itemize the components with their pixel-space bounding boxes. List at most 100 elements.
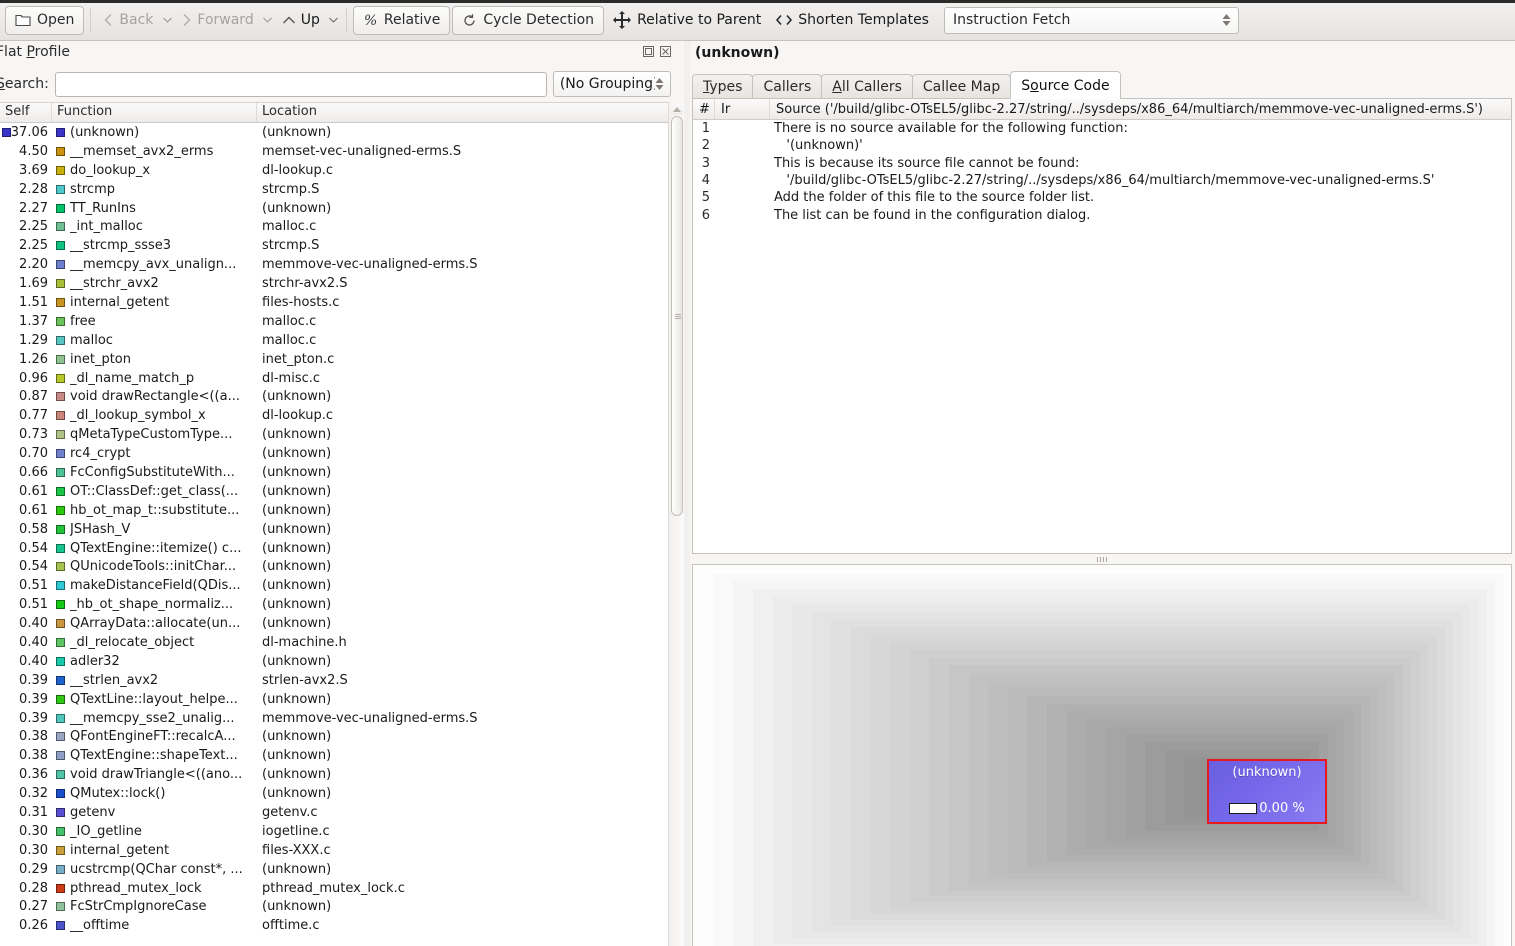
table-row[interactable]: 0.38 QTextEngine::shapeText... (unknown): [0, 746, 684, 765]
callee-map-node[interactable]: (unknown) 0.00 %: [1207, 759, 1327, 824]
table-row[interactable]: 0.51 _hb_ot_shape_normaliz... (unknown): [0, 595, 684, 614]
column-header-self[interactable]: Self: [0, 103, 52, 122]
table-row[interactable]: 0.40 _dl_relocate_object dl-machine.h: [0, 633, 684, 652]
table-row[interactable]: 37.06 (unknown) (unknown): [0, 123, 684, 142]
table-row[interactable]: 2.25 __strcmp_ssse3 strcmp.S: [0, 236, 684, 255]
table-row[interactable]: 1.37 free malloc.c: [0, 312, 684, 331]
scrollbar-thumb[interactable]: [671, 116, 683, 516]
table-row[interactable]: 0.32 QMutex::lock() (unknown): [0, 784, 684, 803]
relative-to-parent-button[interactable]: Relative to Parent: [605, 6, 768, 35]
grouping-combobox[interactable]: (No Grouping): [552, 71, 671, 97]
table-row[interactable]: 0.96 _dl_name_match_p dl-misc.c: [0, 369, 684, 388]
table-row[interactable]: 0.61 OT::ClassDef::get_class(... (unknown): [0, 482, 684, 501]
table-row[interactable]: 0.28 pthread_mutex_lock pthread_mutex_lock…: [0, 879, 684, 898]
function-name: QTextEngine::itemize() c...: [70, 540, 242, 556]
tab-callee-map[interactable]: Callee Map: [911, 74, 1012, 99]
table-row[interactable]: 1.51 internal_getent files-hosts.c: [0, 293, 684, 312]
table-row[interactable]: 0.58 JSHash_V (unknown): [0, 520, 684, 539]
undock-panel-icon[interactable]: [642, 46, 655, 59]
table-row[interactable]: 0.73 qMetaTypeCustomType... (unknown): [0, 425, 684, 444]
table-row[interactable]: 1.69 __strchr_avx2 strchr-avx2.S: [0, 274, 684, 293]
event-type-combobox[interactable]: Instruction Fetch: [943, 6, 1239, 34]
selected-row-marker-icon: [2, 127, 11, 137]
back-label: Back: [119, 12, 154, 28]
function-name: _dl_name_match_p: [70, 370, 195, 386]
forward-dropdown-button[interactable]: [261, 6, 275, 35]
table-row[interactable]: 2.25 _int_malloc malloc.c: [0, 217, 684, 236]
table-row[interactable]: 4.50 __memset_avx2_erms memset-vec-unalign…: [0, 142, 684, 161]
flat-profile-vertical-scrollbar[interactable]: [668, 102, 684, 946]
splitter-grip: [1097, 556, 1107, 562]
table-row[interactable]: 0.39 QTextLine::layout_helpe... (unknown): [0, 690, 684, 709]
cell-self-value: 1.26: [19, 351, 48, 367]
scrollbar-grip: [675, 314, 681, 319]
tab-types[interactable]: Types: [692, 74, 754, 99]
search-input[interactable]: [54, 71, 547, 97]
shorten-templates-button[interactable]: Shorten Templates: [768, 6, 936, 35]
table-row[interactable]: 0.61 hb_ot_map_t::substitute... (unknown): [0, 501, 684, 520]
function-color-swatch-icon: [56, 373, 65, 383]
table-row[interactable]: 0.51 makeDistanceField(QDis... (unknown): [0, 576, 684, 595]
function-name: FcConfigSubstituteWith...: [70, 464, 235, 480]
source-column-number[interactable]: #: [693, 99, 715, 119]
table-row[interactable]: 0.66 FcConfigSubstituteWith... (unknown): [0, 463, 684, 482]
function-name: __memset_avx2_erms: [70, 143, 214, 159]
detail-horizontal-splitter[interactable]: [692, 556, 1512, 562]
tab-all-callers[interactable]: All Callers: [821, 74, 913, 99]
table-row[interactable]: 0.39 __strlen_avx2 strlen-avx2.S: [0, 671, 684, 690]
table-row[interactable]: 0.77 _dl_lookup_symbol_x dl-lookup.c: [0, 406, 684, 425]
table-row[interactable]: 0.54 QUnicodeTools::initChar... (unknown): [0, 557, 684, 576]
source-line[interactable]: 6 The list can be found in the configurat…: [693, 206, 1511, 223]
relative-toggle-button[interactable]: % Relative: [352, 5, 451, 35]
forward-button[interactable]: Forward: [174, 6, 260, 35]
source-line[interactable]: 4 '/build/glibc-OTsEL5/glibc-2.27/string…: [693, 172, 1511, 189]
column-header-location[interactable]: Location: [257, 103, 684, 122]
open-button[interactable]: Open: [5, 5, 85, 35]
close-panel-icon[interactable]: [659, 46, 672, 59]
tab-source-code[interactable]: Source Code: [1010, 71, 1121, 99]
function-name: free: [70, 313, 96, 329]
cell-location: (unknown): [262, 899, 332, 915]
callee-map-canvas[interactable]: (unknown) 0.00 %: [694, 566, 1510, 946]
table-row[interactable]: 2.28 strcmp strcmp.S: [0, 180, 684, 199]
table-row[interactable]: 0.26 __offtime offtime.c: [0, 916, 684, 935]
scroll-up-arrow[interactable]: [671, 103, 683, 115]
table-row[interactable]: 0.31 getenv getenv.c: [0, 803, 684, 822]
table-row[interactable]: 0.30 internal_getent files-XXX.c: [0, 841, 684, 860]
back-dropdown-button[interactable]: [160, 6, 174, 35]
source-code-view[interactable]: # Ir Source ('/build/glibc-OTsEL5/glibc-…: [692, 98, 1512, 554]
table-row[interactable]: 2.27 TT_RunIns (unknown): [0, 199, 684, 218]
callee-map-view[interactable]: (unknown) 0.00 % ◀: [692, 564, 1512, 946]
table-row[interactable]: 0.70 rc4_crypt (unknown): [0, 444, 684, 463]
table-row[interactable]: 0.54 QTextEngine::itemize() c... (unknown): [0, 539, 684, 558]
function-color-swatch-icon: [56, 902, 65, 912]
source-line[interactable]: 3 This is because its source file cannot …: [693, 155, 1511, 172]
back-button[interactable]: Back: [96, 6, 160, 35]
source-line[interactable]: 1 There is no source available for the fo…: [693, 120, 1511, 137]
up-dropdown-button[interactable]: [327, 6, 341, 35]
source-column-source[interactable]: Source ('/build/glibc-OTsEL5/glibc-2.27/…: [770, 99, 1511, 119]
table-row[interactable]: 0.36 void drawTriangle<((ano... (unknown): [0, 765, 684, 784]
column-header-function[interactable]: Function: [52, 103, 257, 122]
source-column-ir[interactable]: Ir: [715, 99, 770, 119]
tab-callers[interactable]: Callers: [752, 74, 823, 99]
source-line[interactable]: 5 Add the folder of this file to the sour…: [693, 189, 1511, 206]
flat-profile-table: Self Function Location 37.06 (unknown) (un…: [0, 102, 684, 946]
table-row[interactable]: 2.20 __memcpy_avx_unalign... memmove-vec-u…: [0, 255, 684, 274]
cell-function: _dl_lookup_symbol_x: [52, 408, 257, 423]
cell-function: internal_getent: [52, 295, 257, 310]
table-row[interactable]: 1.26 inet_pton inet_pton.c: [0, 350, 684, 369]
table-row[interactable]: 0.40 adler32 (unknown): [0, 652, 684, 671]
cycle-detection-toggle-button[interactable]: Cycle Detection: [452, 5, 605, 35]
source-line[interactable]: 2 '(unknown)': [693, 137, 1511, 154]
table-row[interactable]: 3.69 do_lookup_x dl-lookup.c: [0, 161, 684, 180]
table-row[interactable]: 0.27 FcStrCmpIgnoreCase (unknown): [0, 898, 684, 917]
table-row[interactable]: 0.29 ucstrcmp(QChar const*, ... (unknown): [0, 860, 684, 879]
table-row[interactable]: 0.39 __memcpy_sse2_unalig... memmove-vec-u…: [0, 709, 684, 728]
table-row[interactable]: 0.40 QArrayData::allocate(un... (unknown): [0, 614, 684, 633]
table-row[interactable]: 1.29 malloc malloc.c: [0, 331, 684, 350]
up-button[interactable]: Up: [275, 6, 327, 35]
table-row[interactable]: 0.38 QFontEngineFT::recalcA... (unknown): [0, 728, 684, 747]
table-row[interactable]: 0.30 _IO_getline iogetline.c: [0, 822, 684, 841]
table-row[interactable]: 0.87 void drawRectangle<((a... (unknown): [0, 387, 684, 406]
